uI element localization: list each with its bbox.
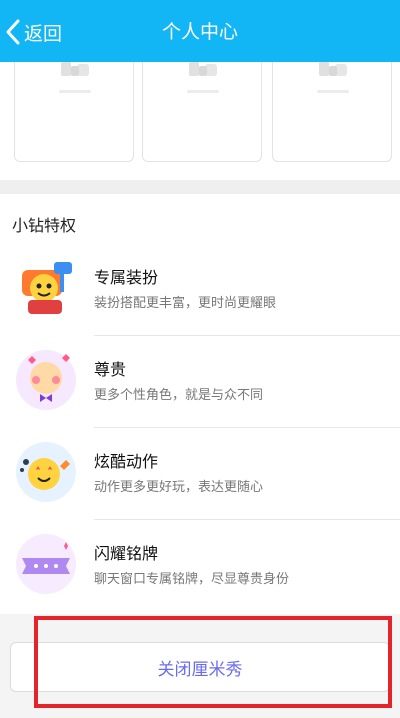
close-cmshow-button[interactable]: 关闭厘米秀 — [10, 642, 390, 692]
privilege-item-outfit[interactable]: 专属装扮 装扮搭配更丰富，更时尚更耀眼 — [0, 244, 400, 336]
privilege-item-nameplate[interactable]: 闪耀铭牌 聊天窗口专属铭牌，尽显尊贵身份 — [0, 520, 400, 612]
bowtie-character-icon — [16, 350, 76, 410]
item-title: 闪耀铭牌 — [94, 544, 159, 563]
section-gap — [0, 180, 400, 194]
item-desc: 更多个性角色，就是与众不同 — [94, 388, 264, 403]
privileges-section: 小钻特权 专属装扮 装扮搭配更丰富，更时尚更耀眼 尊贵 更多个性角色，就是与众不… — [0, 194, 400, 614]
section-title: 小钻特权 — [12, 216, 77, 235]
item-desc: 动作更多更好玩，表达更随心 — [94, 480, 264, 495]
top-nav-bar: 返回 个人中心 — [0, 0, 400, 62]
chevron-left-icon — [6, 19, 20, 45]
privilege-item-noble[interactable]: 尊贵 更多个性角色，就是与众不同 — [0, 336, 400, 428]
placeholder-image-icon — [189, 62, 217, 76]
top-card-2[interactable] — [142, 62, 262, 162]
item-desc: 聊天窗口专属铭牌，尽显尊贵身份 — [94, 572, 290, 587]
top-cards-area — [0, 62, 400, 180]
privilege-item-cool-actions[interactable]: 炫酷动作 动作更多更好玩，表达更随心 — [0, 428, 400, 520]
item-title: 尊贵 — [94, 360, 127, 379]
placeholder-line — [59, 90, 91, 93]
bottom-action-area: 关闭厘米秀 — [0, 614, 400, 718]
top-card-1[interactable] — [14, 62, 134, 162]
placeholder-line — [317, 90, 349, 93]
back-label: 返回 — [24, 22, 63, 45]
paint-roller-character-icon — [22, 262, 72, 314]
back-button[interactable]: 返回 — [6, 18, 62, 46]
top-card-3[interactable] — [272, 62, 392, 162]
star-eyes-character-icon — [16, 442, 76, 502]
placeholder-image-icon — [61, 62, 89, 76]
placeholder-line — [187, 90, 219, 93]
item-desc: 装扮搭配更丰富，更时尚更耀眼 — [94, 296, 277, 311]
nameplate-icon — [16, 534, 76, 594]
item-title: 专属装扮 — [94, 268, 159, 287]
item-title: 炫酷动作 — [94, 452, 159, 471]
placeholder-image-icon — [319, 62, 347, 76]
